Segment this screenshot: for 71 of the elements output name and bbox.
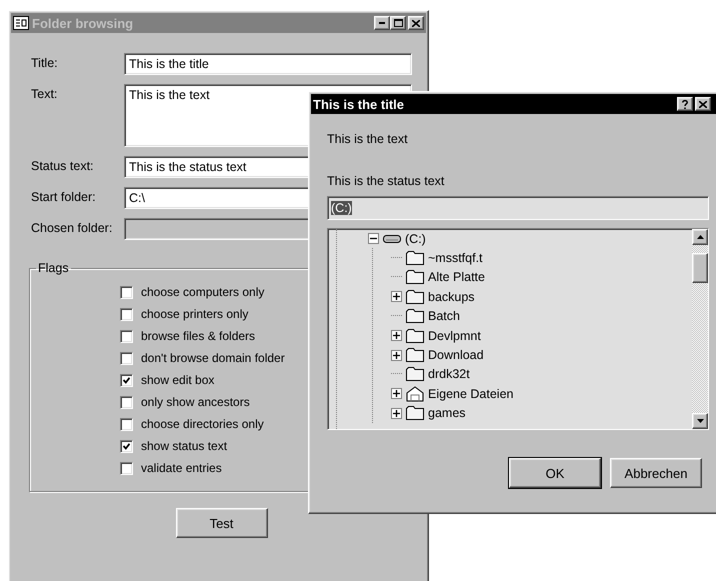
input-field[interactable]: This is the title: [124, 53, 412, 75]
checkbox[interactable]: [120, 352, 133, 364]
folder-icon: [406, 290, 424, 304]
folder-icon: [406, 406, 424, 420]
tree-item[interactable]: backups: [428, 290, 475, 304]
field-label: Start folder:: [31, 189, 97, 204]
checkmark-icon: [123, 442, 130, 450]
folder-icon: [406, 348, 424, 362]
minimize-icon: [379, 22, 385, 24]
help-button[interactable]: [677, 97, 693, 111]
tree-item[interactable]: Download: [428, 348, 484, 362]
minimize-button[interactable]: [374, 16, 390, 30]
field-label: Chosen folder:: [31, 220, 114, 235]
field-label: Status text:: [31, 158, 95, 173]
close-icon: [699, 100, 707, 108]
checkbox[interactable]: [120, 286, 133, 298]
folder-input-field[interactable]: (C:): [327, 196, 709, 220]
dialog-button[interactable]: OK: [509, 458, 601, 488]
folder-icon: [406, 251, 424, 266]
maximize-icon: [394, 19, 402, 27]
tree-item[interactable]: games: [428, 406, 466, 420]
dialog-title: This is the title: [313, 96, 406, 112]
checkbox[interactable]: [120, 396, 133, 408]
checkbox[interactable]: [120, 440, 133, 452]
scrollbar[interactable]: [692, 229, 708, 429]
checkbox-label: validate entries: [141, 461, 222, 475]
question-mark-icon: [682, 100, 688, 108]
checkbox-label: choose printers only: [141, 307, 248, 321]
checkbox[interactable]: [120, 374, 133, 386]
drive-icon: [383, 234, 401, 244]
checkbox[interactable]: [120, 462, 133, 474]
close-icon: [412, 20, 420, 26]
checkbox-label: show status text: [141, 439, 228, 453]
folder-icon: [406, 309, 424, 324]
dialog-text: This is the text: [327, 132, 409, 146]
checkbox-label: show edit box: [141, 373, 214, 387]
checkbox-label: don't browse domain folder: [141, 351, 285, 365]
close-button[interactable]: [695, 97, 711, 111]
checkbox-label: choose computers only: [141, 285, 264, 299]
group-title: Flags: [37, 261, 70, 275]
test-button[interactable]: Test: [176, 508, 268, 538]
checkbox-label: choose directories only: [141, 417, 264, 431]
up-arrow-icon: [696, 235, 704, 239]
folder-icon: [406, 367, 424, 382]
field-label: Title:: [31, 55, 59, 70]
checkbox-label: browse files & folders: [141, 329, 256, 343]
window-title: Folder browsing: [32, 16, 134, 30]
tree-item[interactable]: Batch: [428, 309, 460, 324]
folder-icon: [406, 328, 424, 343]
tree-item[interactable]: Eigene Dateien: [428, 386, 514, 401]
down-arrow-icon: [696, 419, 704, 423]
checkbox[interactable]: [120, 418, 133, 430]
maximize-button[interactable]: [390, 16, 406, 30]
field-label: Text:: [31, 86, 58, 101]
folder-icon: [406, 270, 424, 284]
tree-item[interactable]: Devlpmnt: [428, 328, 481, 343]
tree-item[interactable]: drdk32t: [428, 367, 470, 382]
dialog-button[interactable]: Abbrechen: [610, 458, 702, 488]
checkmark-icon: [123, 376, 130, 384]
app-icon: [13, 16, 29, 30]
checkbox-label: only show ancestors: [141, 395, 250, 409]
checkbox[interactable]: [120, 308, 133, 320]
tree-item[interactable]: ~msstfqf.t: [428, 251, 483, 266]
scroll-up-button[interactable]: [692, 229, 708, 245]
close-button[interactable]: [408, 16, 424, 30]
scroll-down-button[interactable]: [692, 413, 708, 429]
house-folder-icon: [406, 386, 424, 402]
checkbox[interactable]: [120, 330, 133, 342]
tree-item[interactable]: Alte Platte: [428, 270, 485, 284]
scroll-thumb[interactable]: [692, 253, 708, 283]
tree-item[interactable]: (C:): [405, 232, 426, 246]
